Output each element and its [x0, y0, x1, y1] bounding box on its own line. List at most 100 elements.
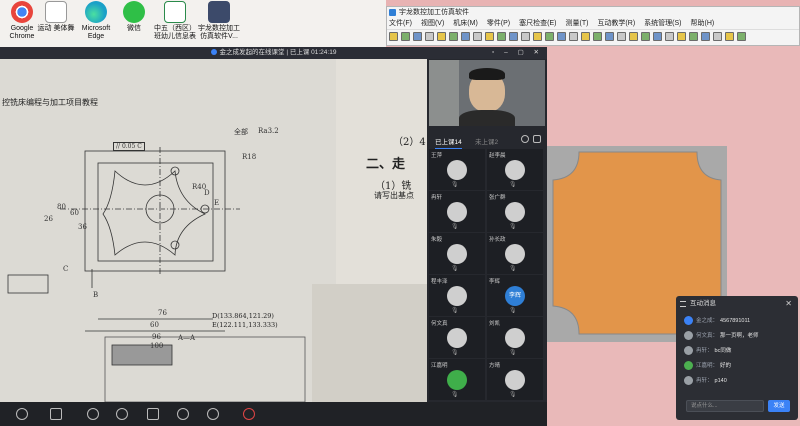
tool-icon[interactable] — [557, 32, 566, 41]
location-icon[interactable] — [16, 408, 28, 420]
tool-icon[interactable] — [497, 32, 506, 41]
menu-part[interactable]: 零件(P) — [487, 18, 510, 29]
desktop-icon-doc[interactable]: 运动 美体舞 — [36, 1, 76, 33]
tool-icon[interactable] — [509, 32, 518, 41]
app-shortcut-icon — [208, 1, 230, 23]
participant-tile[interactable]: 张广群 🎙 — [487, 191, 543, 232]
message-item: 冉轩： bc同做 — [684, 346, 731, 358]
tool-icon[interactable] — [701, 32, 710, 41]
tool-icon[interactable] — [521, 32, 530, 41]
menu-machine[interactable]: 机床(M) — [453, 18, 478, 29]
datum-label: C — [63, 265, 69, 273]
window-controls[interactable]: ▫ – ▢ ✕ — [492, 47, 543, 59]
tool-icon[interactable] — [461, 32, 470, 41]
tab-not-joined[interactable]: 未上课2 — [475, 136, 498, 146]
tool-icon[interactable] — [425, 32, 434, 41]
participant-name: 程丰泽 — [431, 279, 448, 285]
tool-icon[interactable] — [569, 32, 578, 41]
chrome-icon — [11, 1, 33, 23]
dimension-label: 60 — [150, 321, 159, 329]
tab-joined[interactable]: 已上课14 — [435, 136, 462, 149]
tool-icon[interactable] — [533, 32, 542, 41]
desktop-icon-label: Microsoft Edge — [81, 25, 111, 40]
tool-icon[interactable] — [473, 32, 482, 41]
participant-name: 刘凯 — [489, 321, 501, 327]
coordinate-d: D(133.864,121.29) — [212, 312, 274, 320]
participant-name: 李辉 — [489, 279, 501, 285]
menu-view[interactable]: 视图(V) — [421, 18, 444, 29]
participant-tile[interactable]: 李辉 李辉 🎙 — [487, 275, 543, 316]
message-input[interactable]: 说点什么... — [686, 400, 764, 412]
tool-icon[interactable] — [653, 32, 662, 41]
technical-drawing — [7, 147, 306, 402]
meeting-titlebar: 金之成发起的在线课堂 | 已上课 01:24:19 ▫ – ▢ ✕ — [0, 47, 547, 59]
tool-icon[interactable] — [413, 32, 422, 41]
participant-tile[interactable]: 赵李晨 🎙 — [487, 149, 543, 190]
participant-tile[interactable]: 冉轩 🎙 — [429, 191, 485, 232]
record-icon[interactable] — [87, 408, 99, 420]
document-icon[interactable] — [50, 408, 62, 420]
tool-icon[interactable] — [485, 32, 494, 41]
dimension-label: 96 — [152, 333, 161, 341]
point-label: E — [214, 199, 220, 207]
desktop-icon-wechat[interactable]: 微信 — [114, 1, 154, 33]
desktop-icon-edge[interactable]: Microsoft Edge — [76, 1, 116, 41]
list-icon — [680, 301, 686, 307]
dimension-label: 36 — [78, 223, 87, 231]
tool-icon[interactable] — [725, 32, 734, 41]
tool-icon[interactable] — [617, 32, 626, 41]
avatar — [447, 286, 467, 306]
end-call-icon[interactable] — [243, 408, 255, 420]
tool-icon[interactable] — [593, 32, 602, 41]
send-button[interactable]: 发送 — [768, 400, 790, 412]
mic-icon: 🎙 — [509, 266, 517, 272]
tool-icon[interactable] — [401, 32, 410, 41]
participant-tile[interactable]: 江嘉明 🎙 — [429, 359, 485, 400]
menu-teaching[interactable]: 互动教学(R) — [597, 18, 635, 29]
tool-icon[interactable] — [545, 32, 554, 41]
tool-icon[interactable] — [437, 32, 446, 41]
desktop-icon-simulator[interactable]: 宇龙数控加工 仿真软件V... — [196, 1, 242, 41]
desktop-icon-excel[interactable]: 中五（西区） 班幼儿信息表 — [152, 1, 198, 41]
mic-icon: 🎙 — [451, 266, 459, 272]
participant-tile[interactable]: 王萍 🎙 — [429, 149, 485, 190]
participant-tile[interactable]: 朱毅 🎙 — [429, 233, 485, 274]
menu-system[interactable]: 系统管理(S) — [644, 18, 681, 29]
roughness-value: Ra3.2 — [258, 127, 279, 135]
tool-icon[interactable] — [677, 32, 686, 41]
menu-check[interactable]: 塞尺检查(E) — [519, 18, 556, 29]
participant-tile[interactable]: 孙长政 🎙 — [487, 233, 543, 274]
chat-icon[interactable] — [177, 408, 189, 420]
menu-measure[interactable]: 测量(T) — [565, 18, 588, 29]
simulator-titlebar: 宇龙数控加工仿真软件 — [387, 7, 799, 18]
menu-file[interactable]: 文件(F) — [389, 18, 412, 29]
tool-icon[interactable] — [689, 32, 698, 41]
tool-icon[interactable] — [713, 32, 722, 41]
message-sender: 冉轩： — [696, 378, 713, 384]
tool-icon[interactable] — [449, 32, 458, 41]
tool-icon[interactable] — [641, 32, 650, 41]
excel-doc-icon — [164, 1, 186, 23]
participant-tile[interactable]: 方晴 🎙 — [487, 359, 543, 400]
add-user-icon[interactable] — [533, 135, 541, 143]
settings-icon[interactable] — [207, 408, 219, 420]
tool-icon[interactable] — [665, 32, 674, 41]
participant-tile[interactable]: 程丰泽 🎙 — [429, 275, 485, 316]
members-icon[interactable] — [116, 408, 128, 420]
menu-help[interactable]: 帮助(H) — [691, 18, 715, 29]
tool-icon[interactable] — [629, 32, 638, 41]
participant-tile[interactable]: 何文真 🎙 — [429, 317, 485, 358]
share-screen-icon[interactable] — [147, 408, 159, 420]
tool-icon[interactable] — [605, 32, 614, 41]
tool-icon[interactable] — [737, 32, 746, 41]
tool-icon[interactable] — [581, 32, 590, 41]
avatar — [505, 160, 525, 180]
participant-tile[interactable]: 刘凯 🎙 — [487, 317, 543, 358]
mic-icon: 🎙 — [451, 392, 459, 398]
avatar: 李辉 — [505, 286, 525, 306]
tool-icon[interactable] — [389, 32, 398, 41]
close-icon[interactable]: ✕ — [785, 296, 792, 312]
desktop-icon-label: 宇龙数控加工 仿真软件V... — [198, 25, 240, 40]
message-item: 何文真： 那一页啊，老师 — [684, 331, 759, 343]
search-icon[interactable] — [521, 135, 529, 143]
